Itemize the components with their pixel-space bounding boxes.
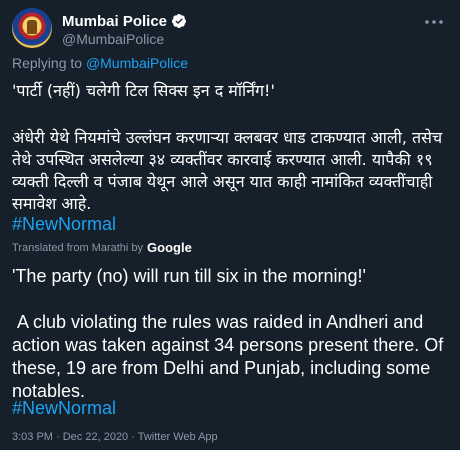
- tweet-timestamp[interactable]: 3:03 PM · Dec 22, 2020 · Twitter Web App: [12, 431, 218, 443]
- translation-provider: Google: [147, 240, 192, 255]
- translation-label: Translated from Marathi by: [12, 241, 144, 254]
- verified-badge-icon: [172, 14, 187, 28]
- tweet-body-english: A club violating the rules was raided in…: [12, 312, 449, 401]
- tweet-body-marathi: अंधेरी येथे नियमांचे उल्लंघन करणाऱ्या क्…: [12, 128, 443, 213]
- account-handle[interactable]: @MumbaiPolice: [62, 31, 164, 47]
- account-name[interactable]: Mumbai Police: [62, 13, 167, 30]
- translation-attribution: Translated from Marathi by Google: [12, 240, 192, 255]
- replying-to-mention[interactable]: @MumbaiPolice: [86, 55, 188, 71]
- replying-to: Replying to @MumbaiPolice: [12, 55, 188, 71]
- avatar[interactable]: [12, 8, 52, 48]
- hashtag-link[interactable]: #NewNormal: [12, 214, 116, 235]
- name-row: Mumbai Police: [62, 12, 187, 30]
- hashtag-link-translated[interactable]: #NewNormal: [12, 398, 116, 419]
- more-options-icon[interactable]: [422, 10, 446, 34]
- tweet-quote-english: 'The party (no) will run till six in the…: [12, 266, 366, 286]
- tweet-header: Mumbai Police @MumbaiPolice: [12, 8, 448, 52]
- replying-to-prefix: Replying to: [12, 55, 86, 71]
- avatar-emblem: [27, 20, 37, 34]
- tweet-quote-marathi: 'पार्टी (नहीं) चलेगी टिल सिक्स इन द मॉर्…: [12, 81, 275, 100]
